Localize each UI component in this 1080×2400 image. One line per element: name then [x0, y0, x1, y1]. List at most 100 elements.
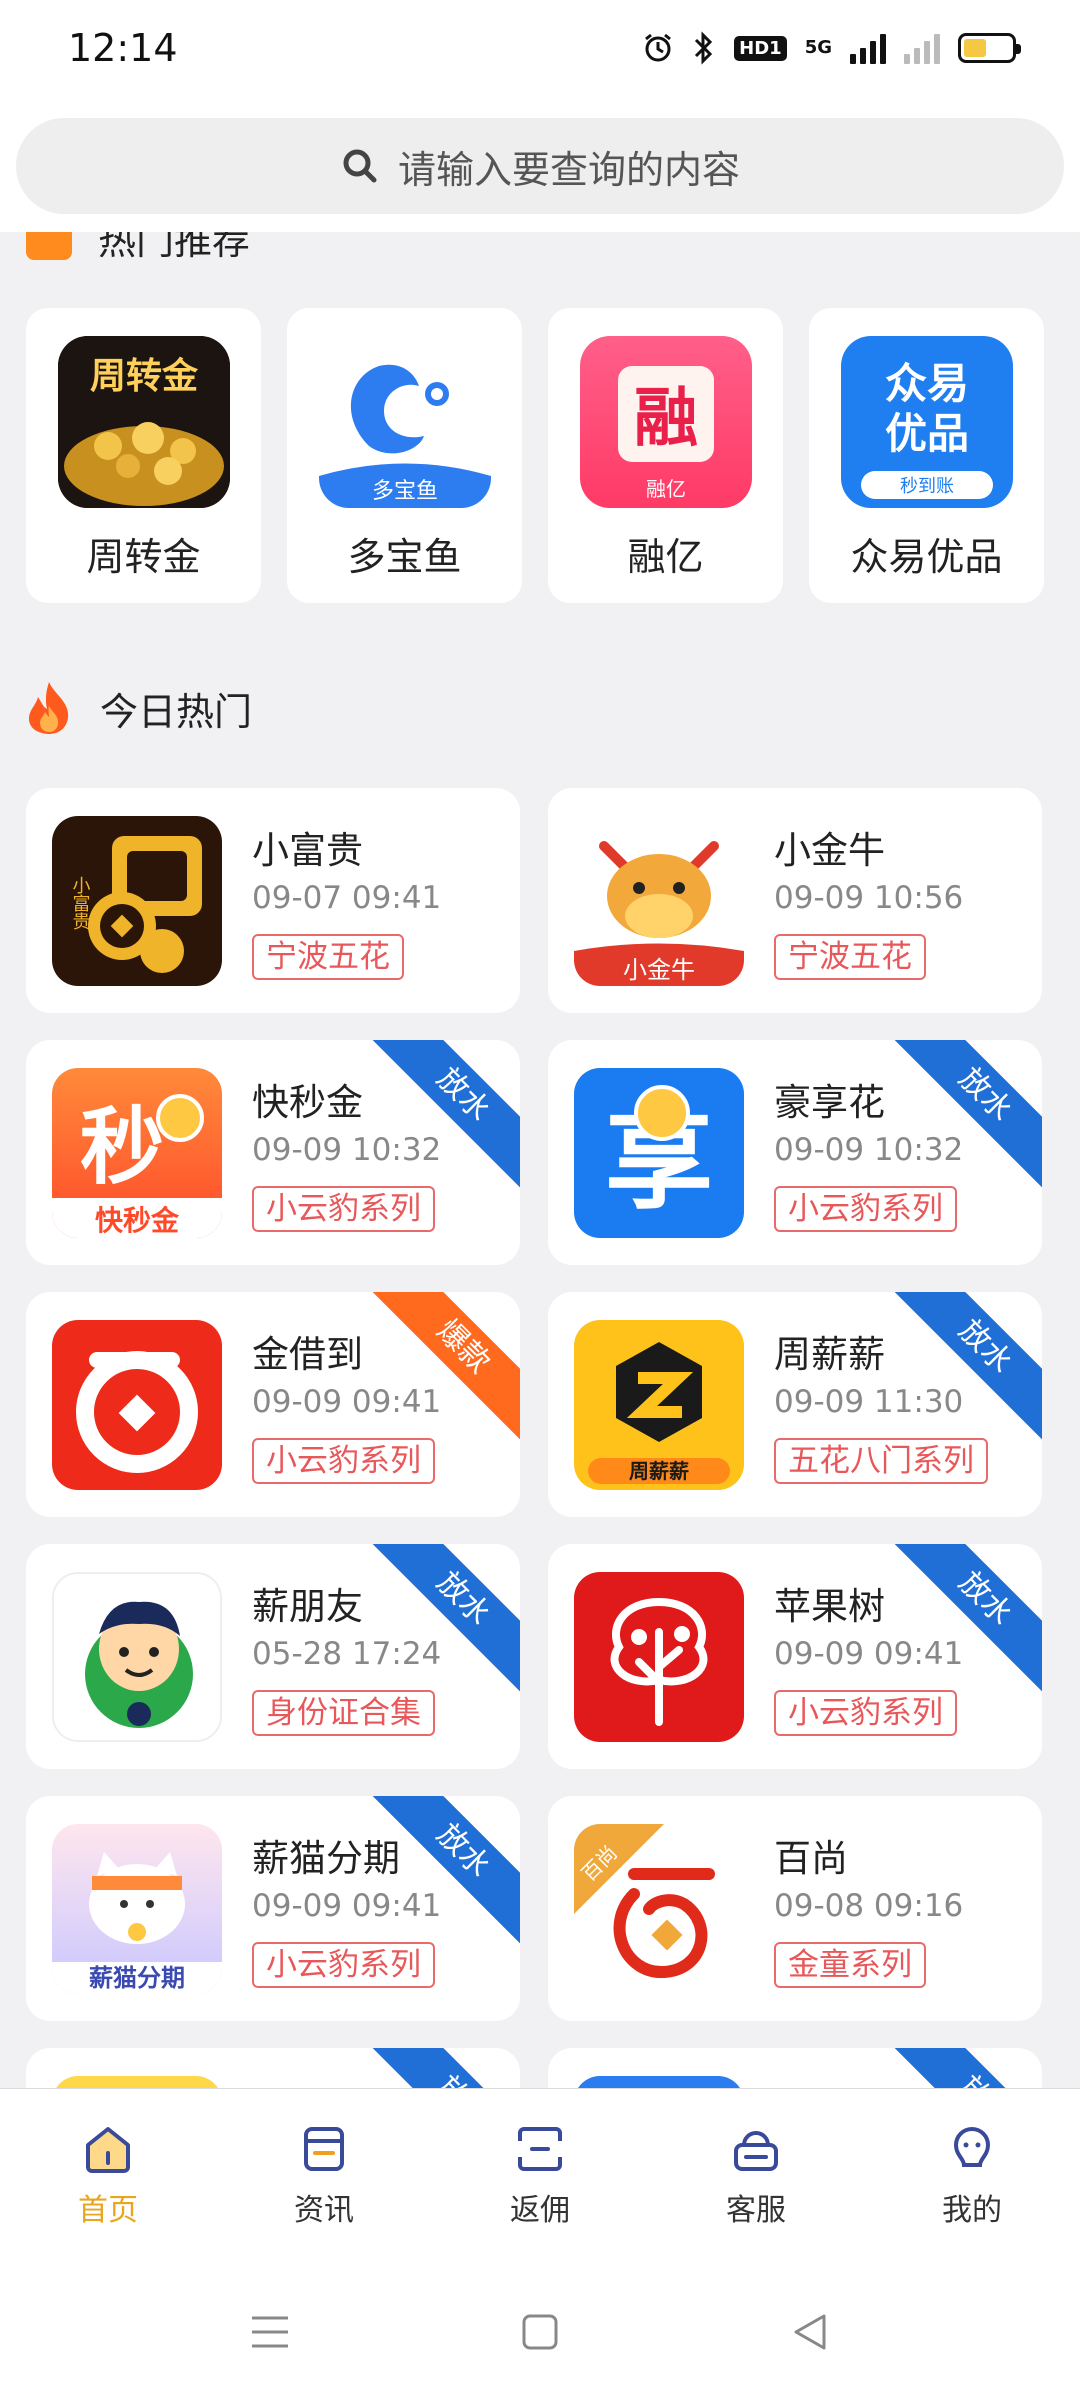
- tab-label: 我的: [942, 2193, 1002, 2228]
- app-logo: [52, 1572, 222, 1742]
- app-logo: [52, 1320, 222, 1490]
- search-input[interactable]: 请输入要查询的内容: [16, 118, 1064, 214]
- featured-app-card[interactable]: 融 融亿 融亿: [548, 308, 783, 603]
- app-logo: 众易 优品 秒到账: [840, 336, 1013, 508]
- app-card[interactable]: 小富贵 小富贵 09-07 09:41 宁波五花: [26, 788, 520, 1013]
- tab-news[interactable]: 资讯: [216, 2089, 432, 2263]
- app-logo: 周转金: [57, 336, 230, 508]
- svg-text:多宝鱼: 多宝鱼: [371, 479, 437, 504]
- app-tag: 宁波五花: [252, 934, 404, 980]
- app-card[interactable]: 百尚 百尚 09-08 09:16 金童系列: [548, 1796, 1042, 2021]
- section-header-hot: 今日热门: [24, 680, 252, 736]
- svg-text:快秒金: 快秒金: [95, 1204, 180, 1237]
- status-bar: 12:14 HD1 5G: [0, 0, 1080, 100]
- flame-icon: [28, 682, 69, 734]
- app-card[interactable]: 金借到 09-09 09:41 小云豹系列 爆款: [26, 1292, 520, 1517]
- status-time: 12:14: [68, 26, 178, 70]
- svg-text:周薪薪: 周薪薪: [629, 1459, 689, 1483]
- app-date: 09-09 10:32: [774, 1132, 964, 1168]
- app-date: 09-07 09:41: [252, 880, 442, 916]
- app-tag: 金童系列: [774, 1942, 926, 1988]
- ribbon-badge: 放水: [886, 1292, 1042, 1446]
- back-nav-button[interactable]: [780, 2302, 840, 2362]
- svg-text:薪猫分期: 薪猫分期: [89, 1964, 185, 1992]
- svg-text:优品: 优品: [884, 409, 968, 458]
- rebate-icon: [518, 2127, 562, 2171]
- alarm-icon: [645, 33, 672, 62]
- signal-icon: [850, 32, 886, 64]
- app-card[interactable]: 薪猫分期 薪猫分期 09-09 09:41 小云豹系列 放水: [26, 1796, 520, 2021]
- app-card[interactable]: 周薪薪 周薪薪 09-09 11:30 五花八门系列 放水: [548, 1292, 1042, 1517]
- app-card[interactable]: 薪朋友 05-28 17:24 身份证合集 放水: [26, 1544, 520, 1769]
- app-card[interactable]: 放水: [548, 2048, 1042, 2088]
- square-icon: [522, 2314, 558, 2349]
- app-logo: [574, 1572, 744, 1742]
- hd-icon: HD1: [734, 35, 787, 61]
- tab-rebate[interactable]: 返佣: [432, 2089, 648, 2263]
- app-logo: 百尚: [574, 1824, 744, 1994]
- svg-text:融: 融: [634, 382, 698, 456]
- app-logo: 小富贵: [52, 816, 222, 986]
- app-card[interactable]: 秒 快秒金 快秒金 09-09 10:32 小云豹系列 放水: [26, 1040, 520, 1265]
- app-name: 融亿: [627, 535, 704, 579]
- ribbon-badge: 放水: [886, 2048, 1042, 2088]
- app-tag: 身份证合集: [252, 1690, 435, 1736]
- app-name: 快秒金: [252, 1081, 363, 1124]
- ribbon-badge: 放水: [364, 1544, 520, 1698]
- menu-button[interactable]: [240, 2302, 300, 2362]
- svg-text:融亿: 融亿: [646, 477, 686, 501]
- app-date: 09-09 09:41: [252, 1888, 442, 1924]
- tab-label: 客服: [726, 2193, 786, 2228]
- section-header-top: 热门推荐: [0, 232, 1080, 276]
- app-card[interactable]: 享 豪享花 09-09 10:32 小云豹系列 放水: [548, 1040, 1042, 1265]
- tab-label: 资讯: [294, 2193, 354, 2228]
- app-name: 小富贵: [252, 829, 363, 872]
- app-name: 百尚: [774, 1837, 848, 1880]
- tab-label: 返佣: [510, 2193, 570, 2228]
- battery-icon: [958, 33, 1021, 63]
- svg-text:小富贵: 小富贵: [70, 876, 91, 930]
- app-card[interactable]: 小金牛 小金牛 09-09 10:56 宁波五花: [548, 788, 1042, 1013]
- app-date: 09-09 11:30: [774, 1384, 964, 1420]
- app-date: 09-09 09:41: [774, 1636, 964, 1672]
- tab-home[interactable]: 首页: [0, 2089, 216, 2263]
- app-name: 周薪薪: [774, 1333, 885, 1376]
- app-tag: 小云豹系列: [252, 1438, 435, 1484]
- search-icon: [343, 149, 377, 183]
- search-bar-container: 请输入要查询的内容: [0, 100, 1080, 232]
- app-date: 09-09 10:56: [774, 880, 964, 916]
- svg-text:秒: 秒: [80, 1098, 164, 1196]
- app-logo: 多宝鱼: [318, 336, 491, 508]
- menu-icon: [252, 2316, 288, 2347]
- app-date: 05-28 17:24: [252, 1636, 442, 1672]
- app-logo: 融 融亿: [579, 336, 752, 508]
- app-name: 薪朋友: [252, 1585, 363, 1628]
- featured-app-card[interactable]: 周转金 周转金: [26, 308, 261, 603]
- tab-service[interactable]: 客服: [648, 2089, 864, 2263]
- app-card[interactable]: 苹果树 09-09 09:41 小云豹系列 放水: [548, 1544, 1042, 1769]
- featured-app-card[interactable]: 多宝鱼 多宝鱼: [287, 308, 522, 603]
- app-name: 周转金: [86, 535, 201, 579]
- tab-mine[interactable]: 我的: [864, 2089, 1080, 2263]
- app-logo: 周薪薪: [574, 1320, 744, 1490]
- app-logo: [52, 2076, 222, 2088]
- app-name: 薪猫分期: [252, 1837, 400, 1880]
- ribbon-badge: 爆款: [364, 1292, 520, 1446]
- signal-weak-icon: [904, 32, 940, 64]
- system-nav-bar: [0, 2263, 1080, 2400]
- svg-text:秒到账: 秒到账: [900, 476, 954, 497]
- app-tag: 宁波五花: [774, 934, 926, 980]
- ribbon-badge: 放水: [364, 2048, 520, 2088]
- app-card[interactable]: 放水: [26, 2048, 520, 2088]
- home-nav-button[interactable]: [510, 2302, 570, 2362]
- section-title-hot: 今日热门: [100, 689, 253, 734]
- bag-icon: [26, 232, 72, 260]
- tab-label: 首页: [78, 2193, 138, 2228]
- app-logo: 薪猫分期: [52, 1824, 222, 1994]
- status-icons: HD1 5G: [642, 28, 1021, 68]
- featured-app-card[interactable]: 众易 优品 秒到账 众易优品: [809, 308, 1044, 603]
- app-name: 苹果树: [774, 1585, 885, 1628]
- section-title-top: 热门推荐: [98, 232, 251, 263]
- app-logo: [574, 2076, 744, 2088]
- network-type: 5G: [804, 37, 832, 58]
